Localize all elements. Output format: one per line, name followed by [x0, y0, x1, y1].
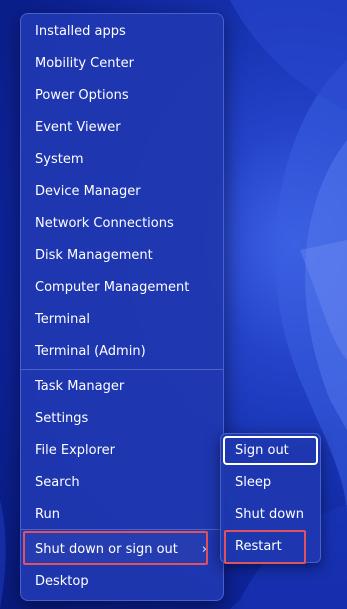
- menu-item-computer-management[interactable]: Computer Management: [21, 272, 223, 304]
- menu-item-run[interactable]: Run: [21, 499, 223, 531]
- menu-separator: [21, 369, 223, 370]
- menu-item-device-manager[interactable]: Device Manager: [21, 176, 223, 208]
- submenu-item-sleep[interactable]: Sleep: [221, 468, 320, 498]
- submenu-item-sign-out[interactable]: Sign out: [221, 436, 320, 466]
- highlight-box-restart: [224, 530, 306, 564]
- menu-item-file-explorer[interactable]: File Explorer: [21, 435, 223, 467]
- menu-item-power-options[interactable]: Power Options: [21, 80, 223, 112]
- winx-context-menu: Installed apps Mobility Center Power Opt…: [20, 13, 224, 601]
- menu-item-search[interactable]: Search: [21, 467, 223, 499]
- menu-item-terminal-admin[interactable]: Terminal (Admin): [21, 336, 223, 368]
- menu-item-installed-apps[interactable]: Installed apps: [21, 16, 223, 48]
- menu-item-desktop[interactable]: Desktop: [21, 566, 223, 598]
- menu-item-terminal[interactable]: Terminal: [21, 304, 223, 336]
- menu-item-system[interactable]: System: [21, 144, 223, 176]
- highlight-box-shut-down: [23, 531, 208, 565]
- menu-item-settings[interactable]: Settings: [21, 403, 223, 435]
- menu-item-task-manager[interactable]: Task Manager: [21, 371, 223, 403]
- menu-item-disk-management[interactable]: Disk Management: [21, 240, 223, 272]
- menu-separator: [21, 529, 223, 530]
- submenu-item-shut-down[interactable]: Shut down: [221, 500, 320, 530]
- menu-item-network-connections[interactable]: Network Connections: [21, 208, 223, 240]
- menu-item-event-viewer[interactable]: Event Viewer: [21, 112, 223, 144]
- menu-item-mobility-center[interactable]: Mobility Center: [21, 48, 223, 80]
